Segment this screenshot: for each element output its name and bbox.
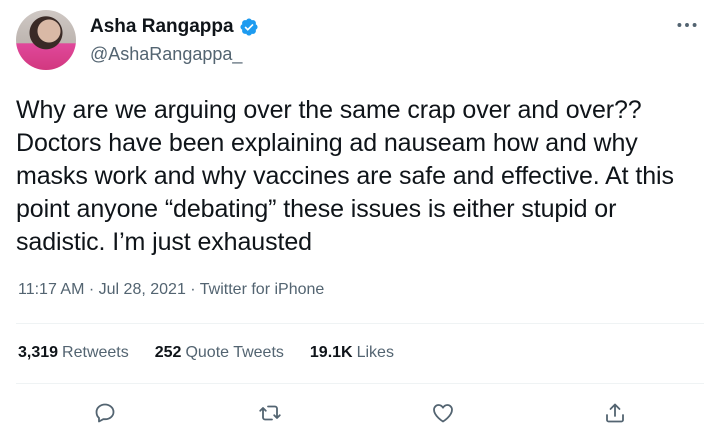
likes-stat[interactable]: 19.1K Likes [310, 344, 394, 362]
more-icon[interactable] [674, 12, 700, 38]
likes-label: Likes [356, 344, 394, 361]
tweet-time[interactable]: 11:17 AM [18, 281, 84, 298]
author-display-name[interactable]: Asha Rangappa [90, 16, 234, 38]
share-icon [606, 403, 624, 423]
divider [16, 323, 704, 324]
retweet-button[interactable] [253, 396, 287, 430]
meta-separator: · [88, 281, 95, 298]
quote-tweets-stat[interactable]: 252 Quote Tweets [155, 344, 284, 362]
tweet-card: Asha Rangappa @AshaRangappa_ Why are we … [0, 0, 720, 443]
action-bar [0, 396, 720, 430]
likes-count: 19.1K [309, 344, 353, 361]
tweet-stats: 3,319 Retweets 252 Quote Tweets 19.1K Likes [18, 344, 420, 362]
retweets-count: 3,319 [18, 344, 59, 361]
retweets-label: Retweets [62, 344, 129, 361]
retweets-stat[interactable]: 3,319 Retweets [18, 344, 129, 362]
author-name-row: Asha Rangappa [90, 16, 259, 38]
share-button[interactable] [598, 396, 632, 430]
reply-button[interactable] [88, 396, 122, 430]
retweet-icon [259, 405, 281, 421]
tweet-meta: 11:17 AM · Jul 28, 2021 · Twitter for iP… [18, 281, 324, 299]
like-button[interactable] [426, 396, 460, 430]
tweet-date[interactable]: Jul 28, 2021 [99, 281, 186, 298]
tweet-text: Why are we arguing over the same crap ov… [16, 96, 674, 256]
tweet-source[interactable]: Twitter for iPhone [200, 281, 325, 298]
author-handle[interactable]: @AshaRangappa_ [90, 44, 242, 65]
like-icon [433, 404, 453, 423]
meta-separator: · [190, 281, 196, 298]
quote-tweets-count: 252 [154, 344, 182, 361]
reply-icon [95, 403, 115, 423]
divider [16, 383, 704, 384]
quote-tweets-label: Quote Tweets [185, 344, 284, 361]
verified-badge-icon [240, 18, 258, 36]
avatar[interactable] [16, 10, 76, 70]
